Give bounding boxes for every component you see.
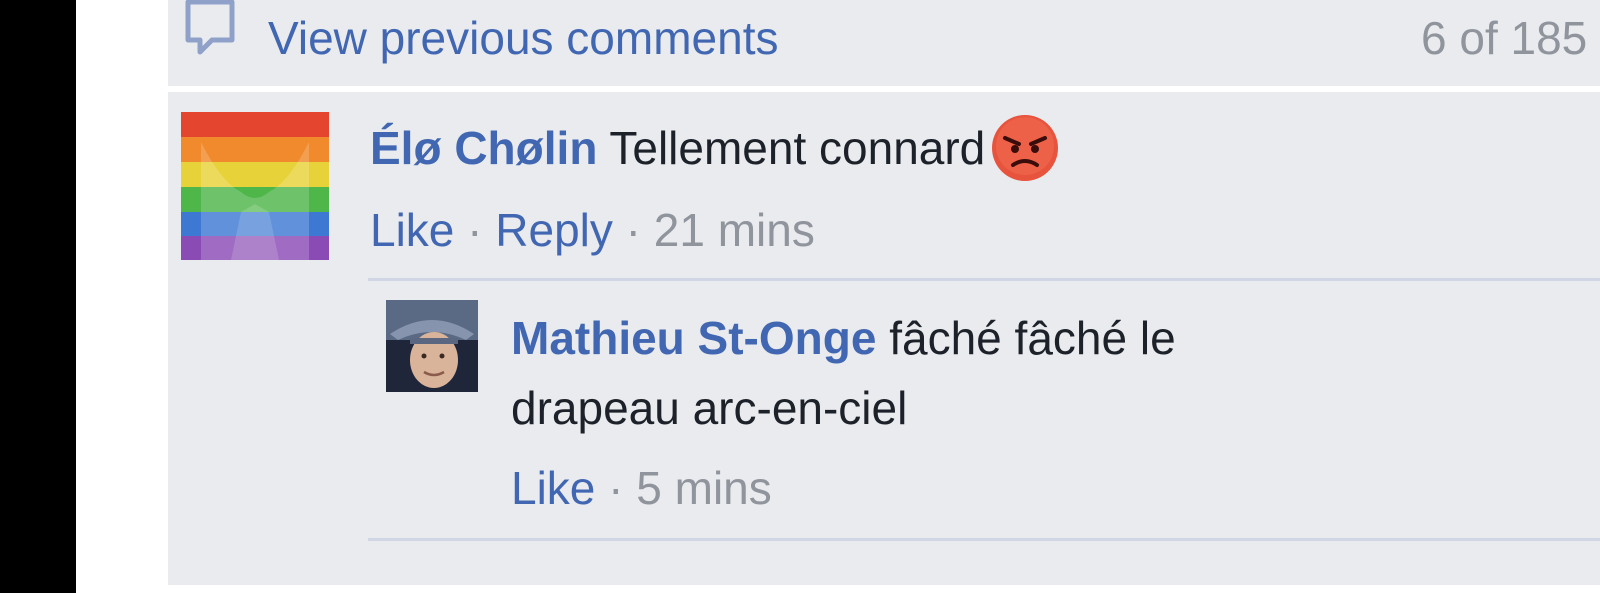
separator: · xyxy=(625,204,641,256)
comment-bubble-icon xyxy=(185,0,235,55)
reply-timestamp[interactable]: 5 mins xyxy=(636,462,771,514)
reply-body-line-1: Mathieu St-Onge fâché fâché le xyxy=(511,302,1176,374)
profile-photo-image xyxy=(386,300,478,392)
view-previous-comments-link[interactable]: View previous comments xyxy=(268,8,778,68)
reply-bottom-divider xyxy=(368,538,1600,541)
separator: · xyxy=(608,462,624,514)
like-link[interactable]: Like xyxy=(370,204,454,256)
reply-text-line-1: fâché fâché le xyxy=(889,312,1176,364)
screenshot-frame: View previous comments 6 of 185 Élø Chøl… xyxy=(0,0,1600,593)
angry-face-icon xyxy=(992,114,1059,181)
reply-link[interactable]: Reply xyxy=(495,204,613,256)
reply-text-line-2: drapeau arc-en-ciel xyxy=(511,382,908,434)
reply-like-link[interactable]: Like xyxy=(511,462,595,514)
avatar-elo-cholin[interactable] xyxy=(181,112,329,260)
reply-actions: Like · 5 mins xyxy=(511,458,772,518)
comment-text: Tellement connard xyxy=(609,122,986,174)
reply-author-name[interactable]: Mathieu St-Onge xyxy=(511,312,876,364)
comment-actions: Like · Reply · 21 mins xyxy=(370,200,815,260)
section-divider xyxy=(168,86,1600,92)
left-black-bar xyxy=(0,0,76,593)
rainbow-avatar-image xyxy=(181,112,329,260)
comment-body: Élø Chølin Tellement connard xyxy=(370,112,1061,188)
comment-timestamp[interactable]: 21 mins xyxy=(654,204,815,256)
avatar-mathieu-st-onge[interactable] xyxy=(386,300,478,392)
previous-comments-row: View previous comments 6 of 185 xyxy=(168,0,1600,86)
separator: · xyxy=(467,204,483,256)
reply-body-line-2: drapeau arc-en-ciel xyxy=(511,372,907,444)
reply-top-divider xyxy=(368,278,1600,281)
comments-count: 6 of 185 xyxy=(1421,12,1588,64)
comments-panel: View previous comments 6 of 185 Élø Chøl… xyxy=(168,0,1600,585)
comment-author-name[interactable]: Élø Chølin xyxy=(370,122,597,174)
